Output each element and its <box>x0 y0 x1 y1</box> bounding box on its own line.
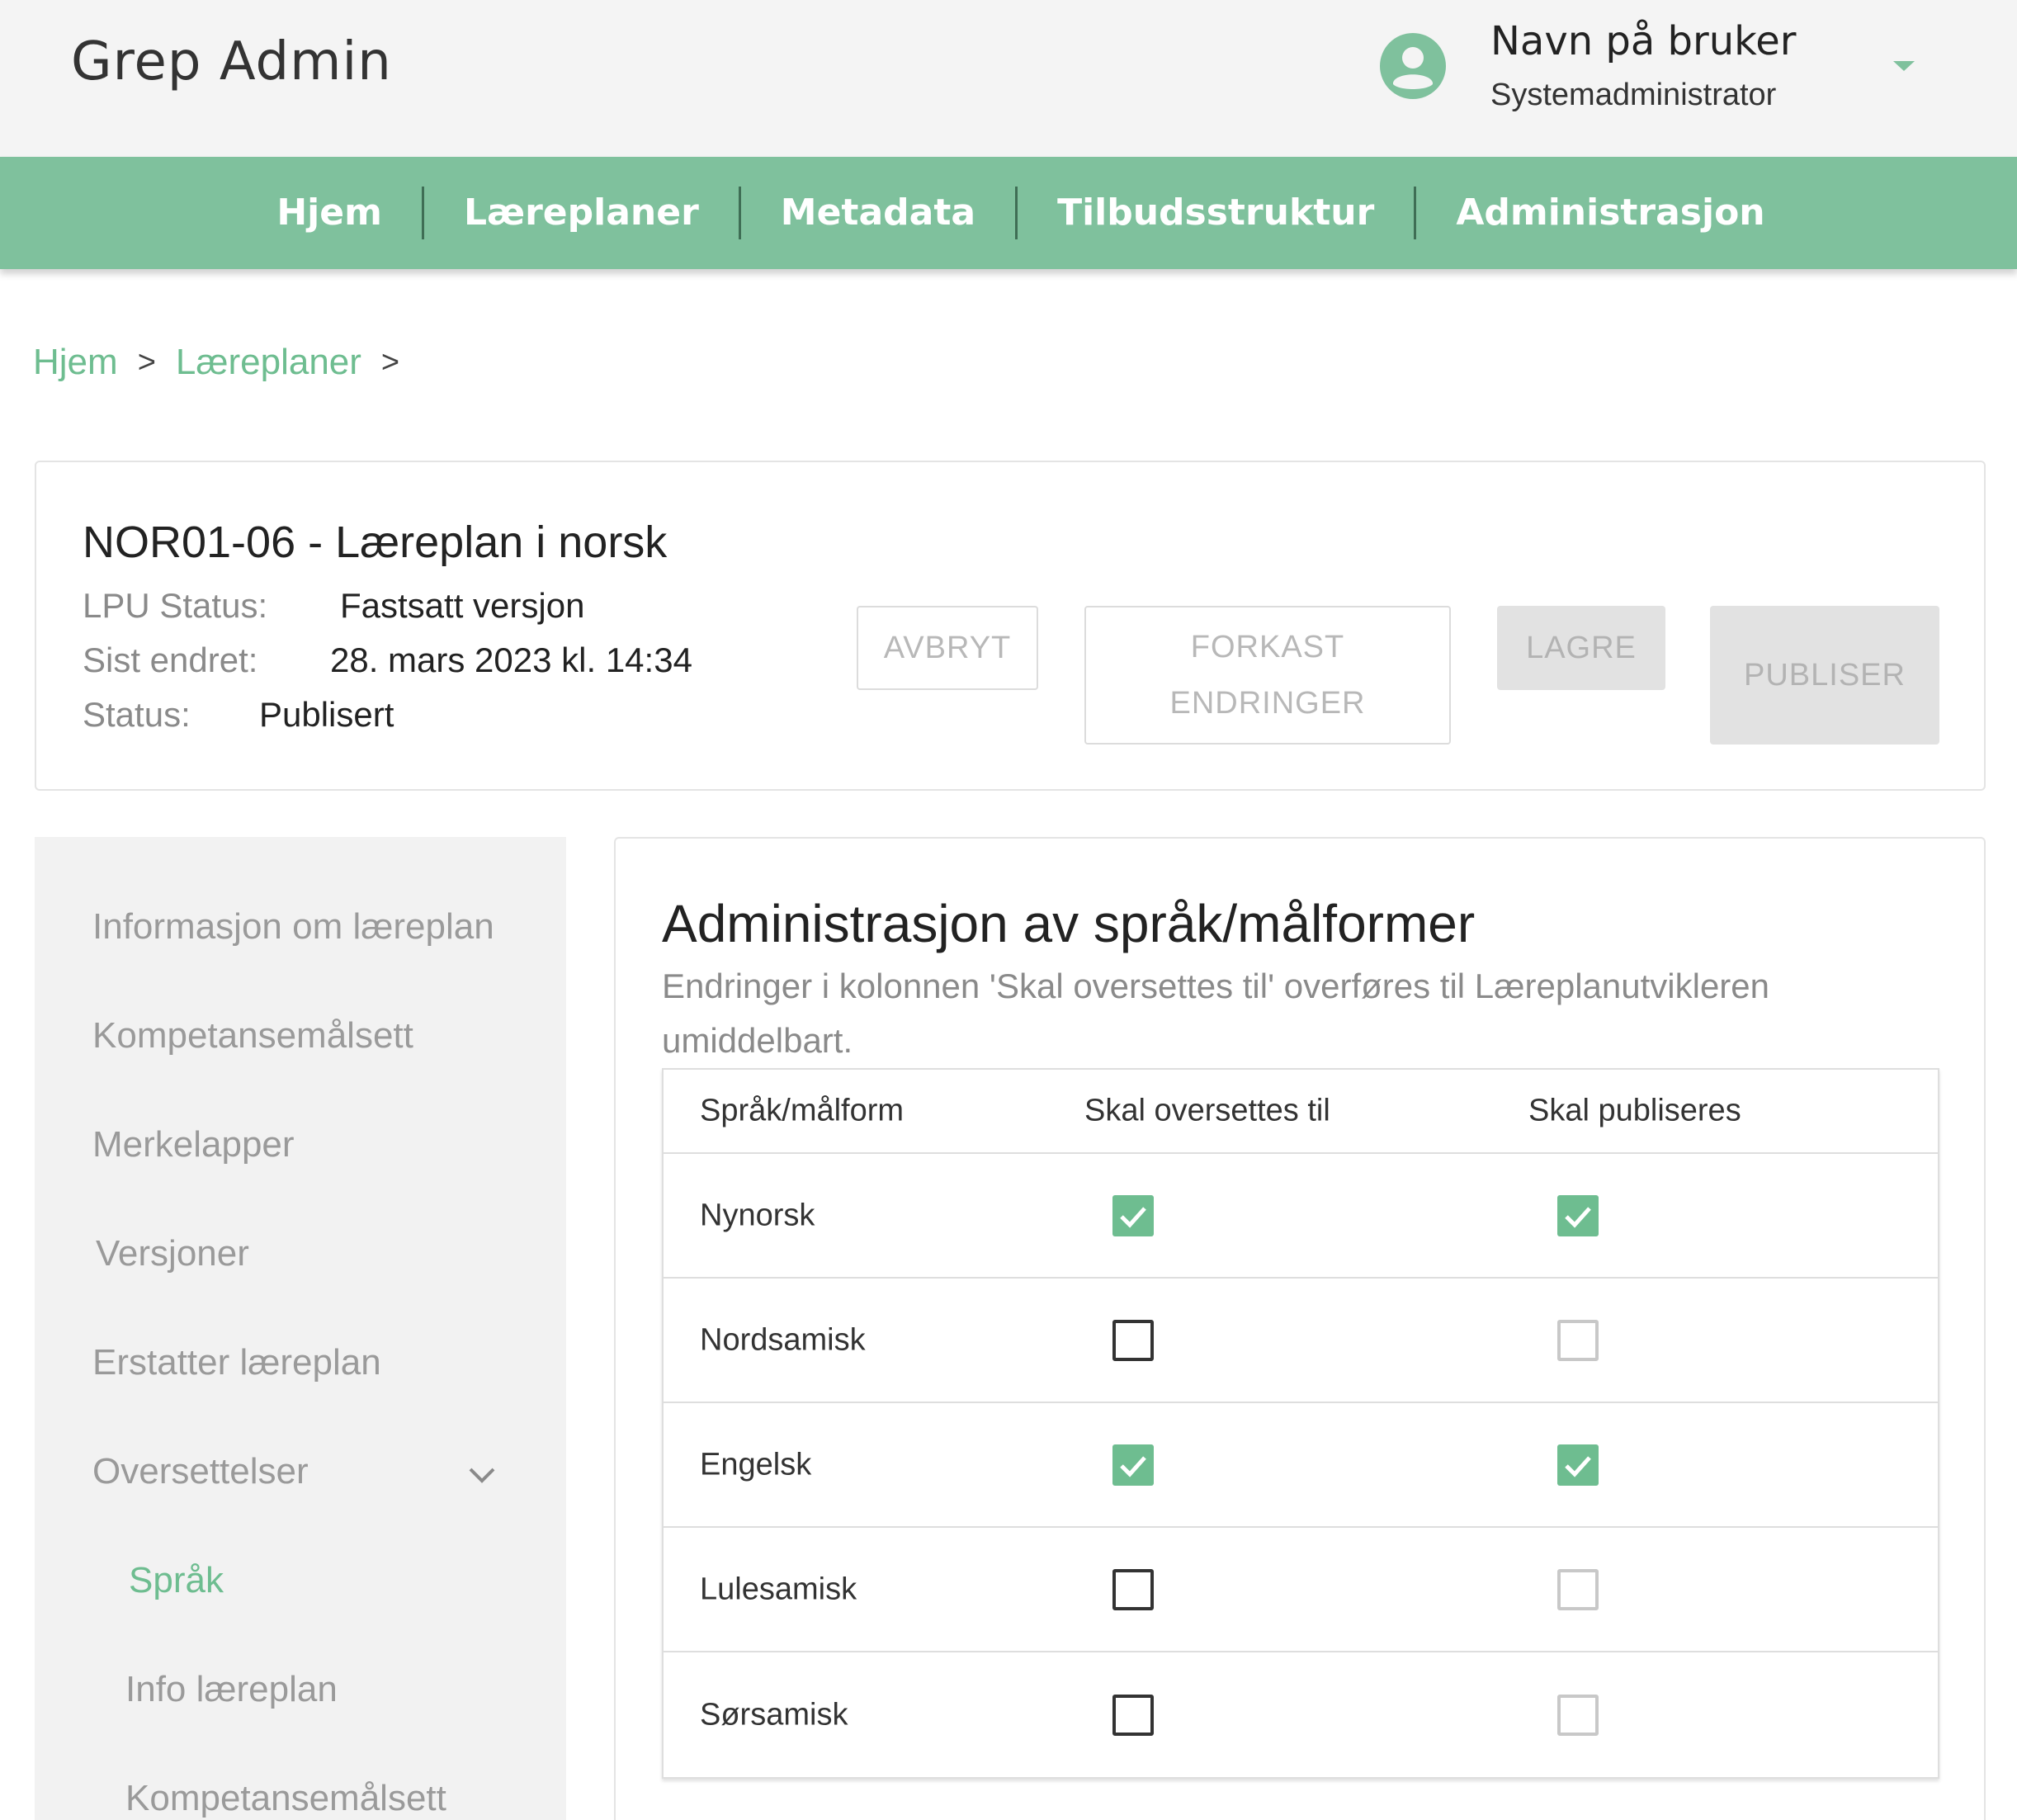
publish-checkbox[interactable] <box>1557 1319 1599 1361</box>
cancel-button[interactable]: AVBRYT <box>857 606 1038 690</box>
table-row: Sørsamisk <box>664 1652 1938 1777</box>
save-button[interactable]: LAGRE <box>1497 606 1665 690</box>
publish-button[interactable]: PUBLISER <box>1710 606 1939 745</box>
breadcrumb-laereplaner[interactable]: Læreplaner <box>176 342 361 383</box>
language-name: Engelsk <box>700 1447 812 1482</box>
publish-checkbox[interactable] <box>1557 1568 1599 1610</box>
nav-item-hjem[interactable]: Hjem <box>237 187 422 239</box>
translate-checkbox[interactable] <box>1112 1194 1154 1236</box>
last-changed-label: Sist endret: <box>83 641 258 679</box>
language-name: Sørsamisk <box>700 1697 848 1732</box>
user-name[interactable]: Navn på bruker <box>1490 18 1797 64</box>
lpu-status-label: LPU Status: <box>83 586 268 625</box>
breadcrumb-hjem[interactable]: Hjem <box>33 342 118 383</box>
sidebar-item-informasjon[interactable]: Informasjon om læreplan <box>92 906 494 948</box>
translate-checkbox[interactable] <box>1112 1444 1154 1486</box>
status-label: Status: <box>83 695 191 734</box>
table-row: Lulesamisk <box>664 1528 1938 1652</box>
breadcrumb-separator: > <box>137 344 156 380</box>
nav-item-laereplaner[interactable]: Læreplaner <box>424 187 739 239</box>
translate-checkbox[interactable] <box>1112 1694 1154 1736</box>
status-value: Publisert <box>259 695 394 734</box>
curriculum-header-card: NOR01-06 - Læreplan i norsk LPU Status: … <box>35 461 1986 791</box>
translate-checkbox[interactable] <box>1112 1319 1154 1361</box>
language-name: Nordsamisk <box>700 1322 866 1357</box>
sidebar-item-versjoner[interactable]: Versjoner <box>96 1233 249 1274</box>
sidebar-subitem-kompetansemalsett[interactable]: Kompetansemålsett <box>125 1778 446 1819</box>
caret-down-icon[interactable] <box>1890 56 1918 76</box>
nav-item-administrasjon[interactable]: Administrasjon <box>1416 187 1804 239</box>
last-changed-row: Sist endret: 28. mars 2023 kl. 14:34 <box>83 641 692 680</box>
breadcrumb-separator: > <box>380 344 400 380</box>
discard-label-line1: FORKAST <box>1190 630 1345 664</box>
sidebar-item-kompetansemalsett[interactable]: Kompetansemålsett <box>92 1015 413 1057</box>
app-title: Grep Admin <box>71 31 392 92</box>
publish-checkbox[interactable] <box>1557 1444 1599 1486</box>
main-navigation: Hjem Læreplaner Metadata Tilbudsstruktur… <box>0 157 2017 269</box>
user-role: Systemadministrator <box>1490 78 1777 112</box>
account-circle-icon[interactable] <box>1380 33 1446 99</box>
language-name: Lulesamisk <box>700 1572 857 1606</box>
column-header-language: Språk/målform <box>700 1093 905 1128</box>
language-name: Nynorsk <box>700 1198 815 1232</box>
check-icon <box>1565 1455 1591 1477</box>
sidebar-item-erstatter[interactable]: Erstatter læreplan <box>92 1342 381 1383</box>
table-row: Engelsk <box>664 1403 1938 1528</box>
panel-description: Endringer i kolonnen 'Skal oversettes ti… <box>662 967 1770 1060</box>
last-changed-value: 28. mars 2023 kl. 14:34 <box>330 641 692 679</box>
table-body: Nynorsk Nordsamisk Engelsk Lulesamisk Sørsam… <box>664 1154 1938 1777</box>
publish-checkbox[interactable] <box>1557 1194 1599 1236</box>
top-header: Grep Admin Navn på bruker Systemadminist… <box>0 0 2017 157</box>
check-icon <box>1120 1206 1146 1228</box>
table-row: Nordsamisk <box>664 1279 1938 1403</box>
sidebar: Informasjon om læreplan Kompetansemålset… <box>35 837 566 1820</box>
check-icon <box>1565 1206 1591 1228</box>
translate-checkbox[interactable] <box>1112 1568 1154 1610</box>
table-row: Nynorsk <box>664 1154 1938 1279</box>
nav-item-tilbudsstruktur[interactable]: Tilbudsstruktur <box>1018 187 1414 239</box>
curriculum-title: NOR01-06 - Læreplan i norsk <box>83 518 668 567</box>
language-table: Språk/målform Skal oversettes til Skal p… <box>662 1068 1939 1779</box>
sidebar-item-oversettelser[interactable]: Oversettelser <box>92 1451 309 1492</box>
sidebar-subitem-sprak[interactable]: Språk <box>129 1560 224 1601</box>
language-admin-panel: Administrasjon av språk/målformer Endrin… <box>614 837 1986 1820</box>
table-header-row: Språk/målform Skal oversettes til Skal p… <box>664 1070 1938 1154</box>
status-row: Status: Publisert <box>83 695 394 735</box>
column-header-translate: Skal oversettes til <box>1084 1093 1330 1128</box>
sidebar-subitem-info-laereplan[interactable]: Info læreplan <box>125 1669 338 1710</box>
panel-title: Administrasjon av språk/målformer <box>662 894 1476 953</box>
discard-changes-button[interactable]: FORKAST ENDRINGER <box>1084 606 1451 745</box>
lpu-status-row: LPU Status: Fastsatt versjon <box>83 586 584 626</box>
chevron-down-icon[interactable] <box>465 1464 498 1486</box>
lpu-status-value: Fastsatt versjon <box>340 586 585 625</box>
check-icon <box>1120 1455 1146 1477</box>
discard-label-line2: ENDRINGER <box>1169 686 1366 721</box>
column-header-publish: Skal publiseres <box>1528 1093 1741 1128</box>
sidebar-item-merkelapper[interactable]: Merkelapper <box>92 1124 295 1165</box>
nav-item-metadata[interactable]: Metadata <box>741 187 1015 239</box>
breadcrumb: Hjem > Læreplaner > <box>33 342 419 383</box>
publish-checkbox[interactable] <box>1557 1694 1599 1736</box>
